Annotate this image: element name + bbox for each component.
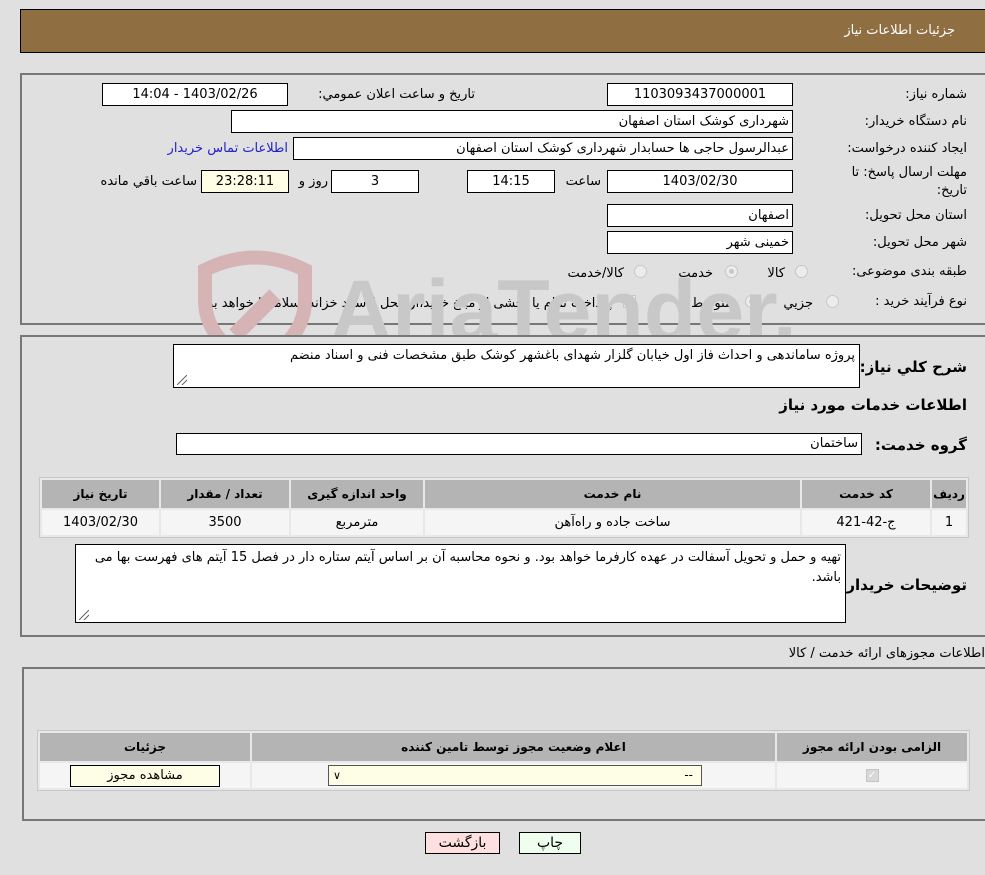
days-label: روز و bbox=[298, 174, 328, 189]
permits-table-header: الزامی بودن ارائه مجوز اعلام وضعیت مجوز … bbox=[40, 733, 967, 761]
category-radio-goods[interactable] bbox=[795, 265, 808, 278]
services-table-header: ردیف کد خدمت نام خدمت واحد اندازه گیری ت… bbox=[42, 480, 966, 508]
cell-permit-required: ✓ bbox=[777, 763, 967, 788]
permit-required-checkbox[interactable]: ✓ bbox=[865, 769, 879, 782]
process-type-label: نوع فرآیند خرید : bbox=[875, 294, 967, 309]
process-radio-minor[interactable] bbox=[826, 295, 839, 308]
col-permit-required: الزامی بودن ارائه مجوز bbox=[777, 733, 967, 761]
back-button[interactable]: بازگشت bbox=[425, 832, 500, 854]
deadline-time-label: ساعت bbox=[565, 174, 601, 189]
deadline-date-field: 1403/02/30 bbox=[607, 170, 793, 193]
permit-status-selected: -- bbox=[684, 768, 693, 782]
province-label: استان محل تحویل: bbox=[865, 208, 967, 223]
category-option-service: خدمت bbox=[678, 266, 713, 281]
process-option-medium: متوسط bbox=[691, 296, 732, 311]
col-permit-status: اعلام وضعیت مجوز توسط تامین کننده bbox=[252, 733, 775, 761]
process-option-minor: جزيي bbox=[783, 296, 813, 311]
buyer-org-field: شهرداری کوشک استان اصفهان bbox=[231, 110, 793, 133]
days-remaining-field: 3 bbox=[331, 170, 419, 193]
col-need-date: تاریخ نیاز bbox=[42, 480, 159, 508]
buyer-notes-label: توضیحات خریدار: bbox=[840, 576, 967, 594]
deadline-label: مهلت ارسال پاسخ: تا bbox=[851, 165, 967, 180]
table-row: 1 ج-42-421 ساخت جاده و راه‌آهن مترمربع 3… bbox=[42, 510, 966, 535]
services-table: ردیف کد خدمت نام خدمت واحد اندازه گیری ت… bbox=[39, 477, 969, 538]
resize-grip-icon[interactable] bbox=[79, 610, 89, 620]
service-group-field: ساختمان bbox=[176, 433, 862, 455]
cell-service-name: ساخت جاده و راه‌آهن bbox=[425, 510, 800, 535]
permit-status-select[interactable]: -- ∨ bbox=[328, 765, 702, 786]
time-remaining-label: ساعت باقي مانده bbox=[100, 174, 197, 189]
category-option-goods-service: کالا/خدمت bbox=[567, 266, 624, 281]
col-permit-details: جزئیات bbox=[40, 733, 250, 761]
treasury-checkbox[interactable] bbox=[623, 295, 636, 308]
cell-quantity: 3500 bbox=[161, 510, 289, 535]
process-radio-medium[interactable] bbox=[745, 295, 758, 308]
cell-permit-status: -- ∨ bbox=[252, 763, 775, 788]
description-label: شرح کلي نیاز: bbox=[859, 358, 967, 376]
chevron-down-icon: ∨ bbox=[333, 769, 342, 782]
cell-need-date: 1403/02/30 bbox=[42, 510, 159, 535]
time-remaining-field: 23:28:11 bbox=[201, 170, 289, 193]
services-heading: اطلاعات خدمات مورد نیاز bbox=[779, 396, 967, 414]
service-group-label: گروه خدمت: bbox=[874, 436, 967, 454]
deadline-time-field: 14:15 bbox=[467, 170, 555, 193]
announce-field: 1403/02/26 - 14:04 bbox=[102, 83, 288, 106]
permits-table: الزامی بودن ارائه مجوز اعلام وضعیت مجوز … bbox=[37, 730, 970, 791]
permits-title: اطلاعات مجوزهای ارائه خدمت / کالا bbox=[788, 646, 985, 661]
page-header: جزئیات اطلاعات نیاز bbox=[20, 9, 985, 53]
cell-unit: مترمربع bbox=[291, 510, 423, 535]
description-text: پروژه ساماندهی و احداث فاز اول خیابان گل… bbox=[289, 348, 855, 363]
treasury-checkbox-label: پرداخت تمام یا بخشی از مبلغ خرید،از محل … bbox=[197, 296, 612, 311]
cell-row: 1 bbox=[932, 510, 966, 535]
creator-label: ایجاد کننده درخواست: bbox=[847, 141, 967, 156]
need-number-field: 1103093437000001 bbox=[607, 83, 793, 106]
province-field: اصفهان bbox=[607, 204, 793, 227]
category-label: طبقه بندی موضوعی: bbox=[851, 264, 967, 279]
col-service-code: کد خدمت bbox=[802, 480, 930, 508]
permit-row: ✓ -- ∨ مشاهده مجوز bbox=[40, 763, 967, 788]
city-field: خمینی شهر bbox=[607, 231, 793, 254]
print-button[interactable]: چاپ bbox=[519, 832, 581, 854]
category-radio-goods-service[interactable] bbox=[634, 265, 647, 278]
description-textarea[interactable]: پروژه ساماندهی و احداث فاز اول خیابان گل… bbox=[173, 344, 860, 388]
view-permit-button[interactable]: مشاهده مجوز bbox=[70, 764, 220, 787]
page-title: جزئیات اطلاعات نیاز bbox=[844, 23, 955, 38]
category-option-goods: کالا bbox=[767, 266, 785, 281]
cell-service-code: ج-42-421 bbox=[802, 510, 930, 535]
col-unit: واحد اندازه گیری bbox=[291, 480, 423, 508]
col-service-name: نام خدمت bbox=[425, 480, 800, 508]
announce-label: تاریخ و ساعت اعلان عمومي: bbox=[318, 87, 475, 102]
buyer-notes-text: تهیه و حمل و تحویل آسفالت در عهده کارفرم… bbox=[94, 550, 841, 585]
category-radio-service[interactable] bbox=[725, 265, 738, 278]
deadline-label-2: تاریخ: bbox=[936, 183, 967, 198]
col-quantity: تعداد / مقدار bbox=[161, 480, 289, 508]
cell-permit-details: مشاهده مجوز bbox=[40, 763, 250, 788]
need-number-label: شماره نیاز: bbox=[905, 87, 967, 102]
city-label: شهر محل تحویل: bbox=[872, 235, 967, 250]
col-row: ردیف bbox=[932, 480, 966, 508]
creator-field: عبدالرسول حاجی ها حسابدار شهرداری کوشک ا… bbox=[293, 137, 793, 160]
buyer-notes-textarea[interactable]: تهیه و حمل و تحویل آسفالت در عهده کارفرم… bbox=[75, 544, 846, 623]
buyer-contact-link[interactable]: اطلاعات تماس خریدار bbox=[168, 141, 288, 156]
buyer-org-label: نام دستگاه خریدار: bbox=[864, 114, 967, 129]
resize-grip-icon[interactable] bbox=[177, 375, 187, 385]
